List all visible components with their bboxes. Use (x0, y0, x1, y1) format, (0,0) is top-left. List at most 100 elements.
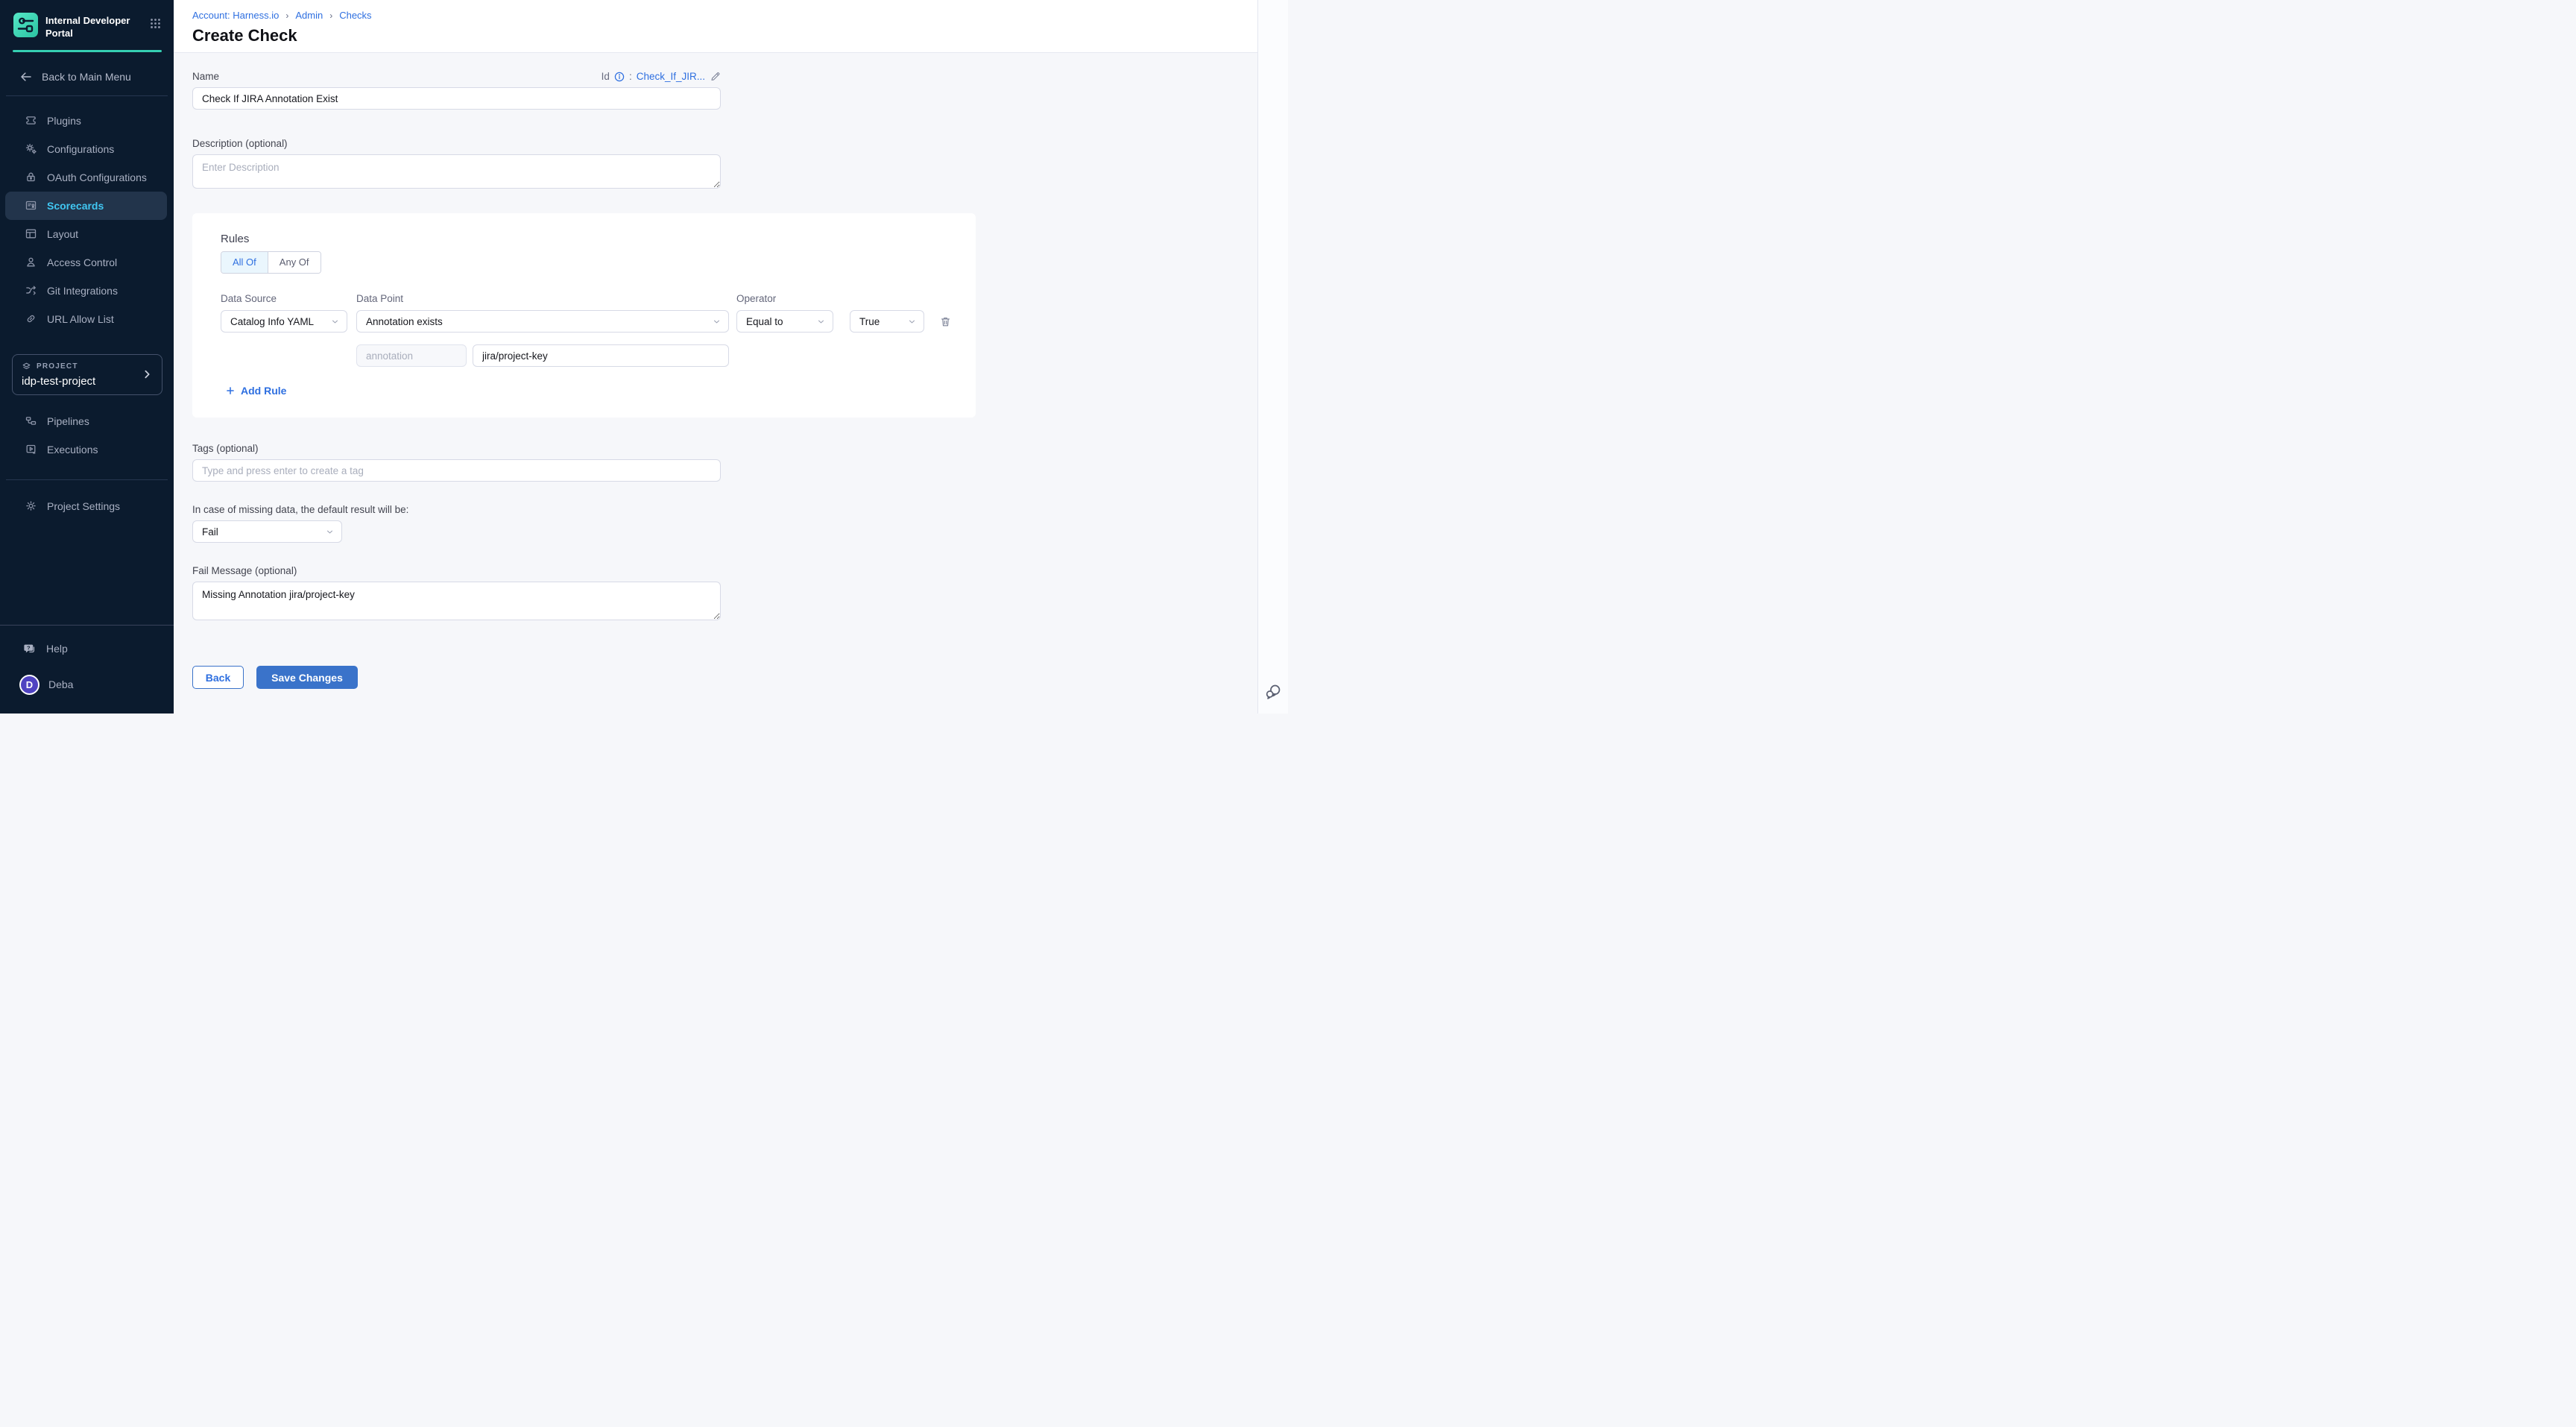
git-branch-icon (25, 284, 37, 297)
tags-label: Tags (optional) (192, 443, 1288, 454)
sidebar-item-oauth-configurations[interactable]: OAuth Configurations (0, 163, 174, 192)
data-point-select[interactable]: Annotation exists (356, 310, 729, 333)
chevron-right-icon (141, 368, 153, 380)
sidebar: Internal Developer Portal Back to Main M… (0, 0, 174, 714)
fail-message-textarea[interactable]: Missing Annotation jira/project-key (192, 582, 721, 620)
breadcrumb-separator-icon: › (285, 10, 288, 21)
back-button[interactable]: Back (192, 666, 244, 689)
delete-rule-trash-icon[interactable] (939, 315, 952, 328)
id-separator: : (629, 71, 632, 82)
sidebar-item-configurations[interactable]: Configurations (0, 135, 174, 163)
fail-message-label: Fail Message (optional) (192, 565, 1288, 576)
chat-support-icon[interactable] (1263, 682, 1283, 702)
sidebar-item-scorecards[interactable]: Scorecards (5, 192, 167, 220)
page-header: Account: Harness.io › Admin › Checks Cre… (174, 0, 1288, 53)
chevron-down-icon (325, 527, 335, 537)
sidebar-item-executions[interactable]: Executions (0, 435, 174, 464)
layers-icon (22, 362, 31, 371)
sidebar-bottom-divider (0, 625, 174, 626)
check-id-link[interactable]: Check_If_JIR... (637, 71, 705, 82)
rule-inputs-row (356, 344, 953, 367)
sidebar-divider (6, 95, 168, 96)
name-label: Name (192, 71, 219, 82)
sidebar-item-label: Layout (47, 228, 78, 240)
operator-select[interactable]: Equal to (736, 310, 833, 333)
check-id-group: Id : Check_If_JIR... (602, 71, 721, 82)
sidebar-item-label: Configurations (47, 143, 114, 155)
save-changes-button[interactable]: Save Changes (256, 666, 358, 689)
operator-label: Operator (736, 293, 833, 304)
teal-divider (13, 50, 162, 52)
missing-data-label: In case of missing data, the default res… (192, 504, 1288, 515)
missing-data-value: Fail (202, 526, 218, 538)
back-to-main-menu-label: Back to Main Menu (42, 71, 131, 83)
rules-label: Rules (221, 233, 953, 245)
chevron-down-icon (816, 317, 826, 327)
sidebar-item-label: Scorecards (47, 200, 104, 212)
breadcrumb-admin-link[interactable]: Admin (295, 10, 323, 21)
breadcrumb-account-link[interactable]: Account: Harness.io (192, 10, 279, 21)
operator-value-select[interactable]: True (850, 310, 924, 333)
sidebar-item-label: URL Allow List (47, 313, 114, 325)
all-of-button[interactable]: All Of (221, 252, 268, 273)
project-name: idp-test-project (22, 375, 141, 388)
rules-card: Rules All Of Any Of Data Source Data Poi… (192, 213, 976, 418)
sidebar-item-label: Pipelines (47, 415, 89, 427)
data-source-select[interactable]: Catalog Info YAML (221, 310, 347, 333)
sidebar-item-git-integrations[interactable]: Git Integrations (0, 277, 174, 305)
sidebar-item-pipelines[interactable]: Pipelines (0, 407, 174, 435)
add-rule-label: Add Rule (241, 385, 286, 397)
name-input[interactable] (192, 87, 721, 110)
sidebar-item-layout[interactable]: Layout (0, 220, 174, 248)
operator-value: Equal to (746, 316, 783, 327)
sidebar-item-url-allow-list[interactable]: URL Allow List (0, 305, 174, 333)
project-label: PROJECT (37, 362, 78, 371)
user-menu[interactable]: D Deba (0, 666, 174, 703)
help-label: Help (46, 643, 68, 655)
edit-pencil-icon[interactable] (710, 71, 721, 82)
puzzle-icon (25, 114, 37, 127)
sidebar-item-label: Git Integrations (47, 285, 118, 297)
sidebar-item-label: Plugins (47, 115, 81, 127)
lock-icon (25, 171, 37, 183)
sidebar-item-project-settings[interactable]: Project Settings (0, 492, 174, 520)
breadcrumb-separator-icon: › (329, 10, 332, 21)
breadcrumb: Account: Harness.io › Admin › Checks (192, 10, 1288, 21)
person-icon (25, 256, 37, 268)
sidebar-item-access-control[interactable]: Access Control (0, 248, 174, 277)
annotation-key-input[interactable] (356, 344, 467, 367)
description-label: Description (optional) (192, 138, 1288, 149)
info-icon[interactable] (614, 72, 625, 82)
app-grid-icon[interactable] (148, 16, 163, 31)
breadcrumb-checks-link[interactable]: Checks (339, 10, 371, 21)
operator-value-value: True (859, 316, 880, 327)
tags-input[interactable] (192, 459, 721, 482)
sidebar-header: Internal Developer Portal (0, 0, 174, 40)
project-selector[interactable]: PROJECT idp-test-project (12, 354, 162, 395)
sidebar-item-label: OAuth Configurations (47, 171, 147, 183)
play-square-icon (25, 443, 37, 456)
form-body: Name Id : Check_If_JIR... Description (o… (174, 53, 1288, 689)
sidebar-item-label: Project Settings (47, 500, 120, 512)
sidebar-item-help[interactable]: ? Help (0, 631, 174, 666)
sidebar-divider (6, 479, 168, 480)
sidebar-item-plugins[interactable]: Plugins (0, 107, 174, 135)
data-source-label: Data Source (221, 293, 347, 304)
right-rail (1257, 0, 1288, 714)
page-title: Create Check (192, 26, 1288, 45)
description-textarea[interactable] (192, 154, 721, 189)
pipelines-icon (25, 415, 37, 427)
link-icon (25, 312, 37, 325)
gears-icon (25, 142, 37, 155)
data-source-value: Catalog Info YAML (230, 316, 314, 327)
svg-text:?: ? (27, 644, 31, 651)
annotation-value-input[interactable] (473, 344, 729, 367)
arrow-left-icon (19, 70, 33, 84)
id-label: Id (602, 71, 610, 82)
add-rule-button[interactable]: Add Rule (225, 385, 286, 397)
missing-data-select[interactable]: Fail (192, 520, 342, 543)
user-name: Deba (48, 678, 73, 690)
data-point-value: Annotation exists (366, 316, 443, 327)
any-of-button[interactable]: Any Of (268, 252, 321, 273)
back-to-main-menu[interactable]: Back to Main Menu (0, 67, 174, 86)
